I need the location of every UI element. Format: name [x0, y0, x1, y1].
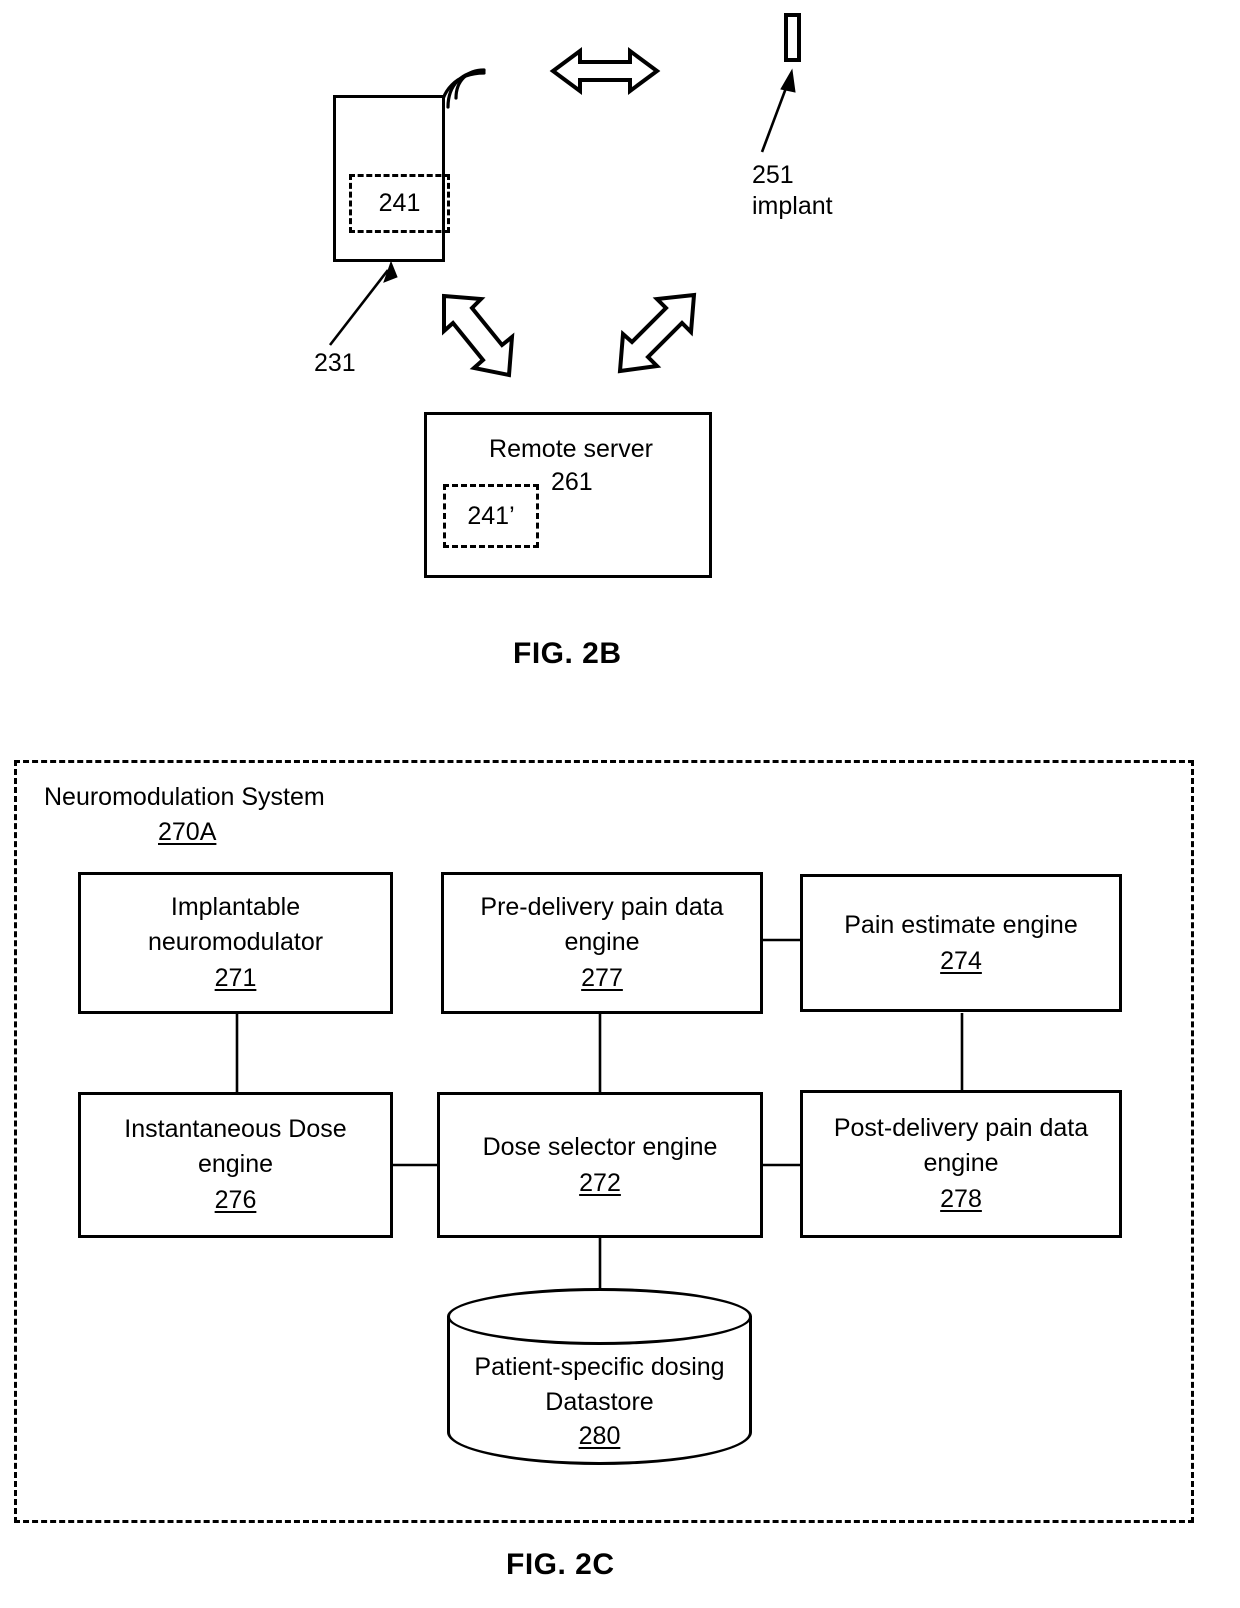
double-headed-arrow-horizontal-icon — [549, 47, 661, 95]
datastore-label-line2: Datastore — [545, 1387, 654, 1416]
device-module-241-label: 241 — [378, 189, 421, 217]
implant-shape — [784, 13, 801, 62]
wifi-waves-icon — [438, 68, 486, 119]
block-pre-delivery-pain-data-engine-line2: engine — [564, 927, 640, 956]
implant-callout: 251 implant — [752, 160, 833, 223]
block-pain-estimate-engine-line1: Pain estimate engine — [844, 910, 1078, 939]
block-post-delivery-pain-data-engine-line2: engine — [923, 1148, 999, 1177]
block-pre-delivery-pain-data-engine[interactable]: Pre-delivery pain data engine 277 — [441, 872, 763, 1014]
block-pain-estimate-engine-number: 274 — [940, 947, 982, 975]
block-instantaneous-dose-engine[interactable]: Instantaneous Dose engine 276 — [78, 1092, 393, 1238]
remote-server-callout-number: 261 — [551, 468, 593, 496]
block-implantable-neuromodulator[interactable]: Implantable neuromodulator 271 — [78, 872, 393, 1014]
callout-leader-231 — [328, 260, 398, 346]
block-dose-selector-engine-number: 272 — [579, 1169, 621, 1197]
block-implantable-neuromodulator-number: 271 — [214, 964, 257, 993]
device-module-241: 241 — [349, 174, 450, 233]
neuromodulation-system-title: Neuromodulation System — [44, 783, 325, 811]
datastore-label: Patient-specific dosing Datastore 280 — [447, 1350, 752, 1454]
remote-server-title: Remote server — [489, 435, 653, 463]
implant-callout-label: implant — [752, 192, 833, 221]
block-post-delivery-pain-data-engine-number: 278 — [940, 1185, 982, 1214]
implant-callout-number: 251 — [752, 161, 794, 189]
figure-2c-caption: FIG. 2C — [506, 1548, 615, 1581]
block-dose-selector-engine[interactable]: Dose selector engine 272 — [437, 1092, 763, 1238]
patent-figure-page: 241 251 implant 231 Remote server 261 24… — [0, 0, 1240, 1608]
datastore-cylinder[interactable]: Patient-specific dosing Datastore 280 — [447, 1288, 752, 1465]
neuromodulation-system-number: 270A — [158, 818, 217, 846]
block-dose-selector-engine-line1: Dose selector engine — [482, 1132, 718, 1161]
block-pre-delivery-pain-data-engine-number: 277 — [581, 964, 623, 993]
datastore-cylinder-top — [447, 1288, 752, 1345]
block-instantaneous-dose-engine-line1: Instantaneous Dose — [124, 1115, 347, 1144]
block-instantaneous-dose-engine-line2: engine — [197, 1149, 274, 1178]
block-pain-estimate-engine[interactable]: Pain estimate engine 274 — [800, 874, 1122, 1012]
block-implantable-neuromodulator-line2: neuromodulator — [147, 927, 324, 956]
remote-server-module-241-prime: 241’ — [443, 484, 539, 548]
device-callout-number: 231 — [314, 349, 356, 377]
remote-server-module-241-prime-label: 241’ — [467, 501, 515, 530]
datastore-label-line1: Patient-specific dosing — [474, 1353, 725, 1381]
block-pre-delivery-pain-data-engine-line1: Pre-delivery pain data — [480, 893, 724, 922]
double-headed-arrow-diagonal-left-icon — [442, 293, 515, 378]
figure-2b-caption: FIG. 2B — [513, 637, 622, 670]
double-headed-arrow-diagonal-right-icon — [617, 292, 697, 374]
block-post-delivery-pain-data-engine-line1: Post-delivery pain data — [833, 1114, 1089, 1143]
datastore-number: 280 — [578, 1422, 621, 1450]
block-implantable-neuromodulator-line1: Implantable — [170, 893, 301, 922]
block-post-delivery-pain-data-engine[interactable]: Post-delivery pain data engine 278 — [800, 1090, 1122, 1238]
callout-leader-251 — [760, 68, 796, 153]
block-instantaneous-dose-engine-number: 276 — [214, 1186, 257, 1215]
